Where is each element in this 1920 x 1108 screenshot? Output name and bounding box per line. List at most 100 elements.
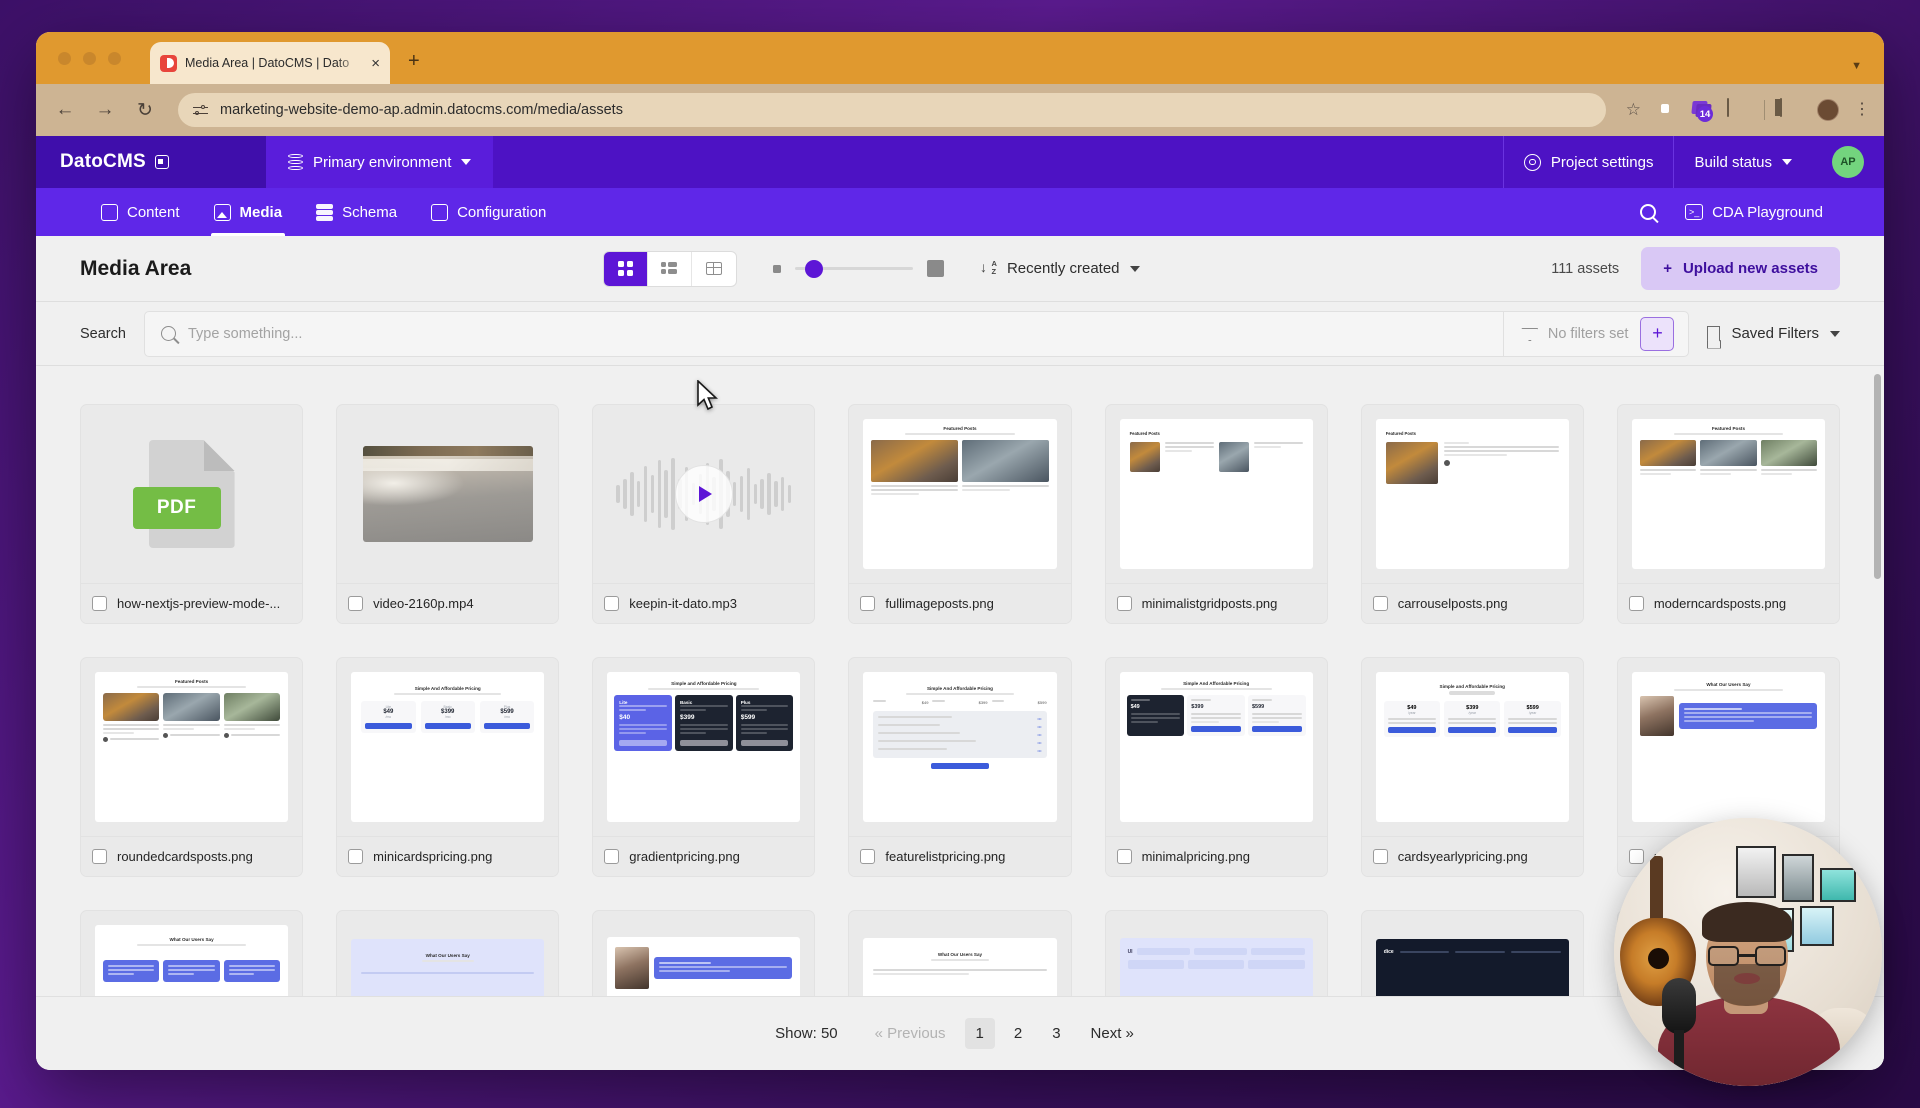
- environment-selector[interactable]: Primary environment: [266, 136, 494, 188]
- nav-item-content[interactable]: Content: [84, 188, 197, 236]
- saved-filters-dropdown[interactable]: Saved Filters: [1707, 325, 1840, 342]
- plus-icon: +: [1663, 260, 1672, 277]
- datocms-favicon-icon: [160, 54, 177, 72]
- asset-card[interactable]: Featured Posts minimalistgridposts.png: [1104, 404, 1328, 624]
- asset-card[interactable]: video-2160p.mp4: [336, 404, 560, 624]
- user-avatar[interactable]: AP: [1832, 146, 1864, 178]
- search-input[interactable]: [187, 325, 1487, 342]
- asset-footer: roundedcardsposts.png: [81, 836, 303, 876]
- forward-button[interactable]: →: [92, 99, 118, 121]
- asset-filename: minimalpricing.png: [1141, 849, 1250, 864]
- view-mode-grid[interactable]: [603, 251, 648, 286]
- sort-dropdown[interactable]: ↓ A Z Recently created: [980, 260, 1140, 277]
- search-field-wrapper[interactable]: [145, 312, 1503, 356]
- asset-checkbox[interactable]: [92, 596, 107, 611]
- website-screenshot: Featured Posts: [1631, 419, 1825, 569]
- asset-card[interactable]: PDF how-nextjs-preview-mode-...: [80, 404, 304, 624]
- asset-card[interactable]: Simple And Affordable Pricing $49 $399 $…: [848, 657, 1072, 877]
- asset-card[interactable]: Featured Posts fullimageposts.png: [848, 404, 1072, 624]
- nav-item-schema[interactable]: Schema: [299, 188, 414, 236]
- page-size-selector[interactable]: Show: 50: [775, 1025, 838, 1042]
- cda-playground-button[interactable]: >_ CDA Playground: [1668, 204, 1840, 221]
- maximize-window-dot[interactable]: [108, 52, 121, 65]
- next-page-button[interactable]: Next »: [1080, 1018, 1145, 1049]
- add-filter-button[interactable]: +: [1640, 316, 1675, 351]
- asset-card[interactable]: Featured Posts roundedcardsposts.png: [80, 657, 304, 877]
- browser-menu-icon[interactable]: ⋮: [1854, 102, 1870, 117]
- close-window-dot[interactable]: [58, 52, 71, 65]
- build-status-button[interactable]: Build status: [1673, 136, 1812, 188]
- asset-card[interactable]: Simple and Affordable Pricing Lite $40 Ba…: [592, 657, 816, 877]
- previous-page-button[interactable]: « Previous: [864, 1018, 957, 1049]
- view-mode-table[interactable]: [692, 252, 736, 286]
- asset-thumbnail: What Our Users Say: [81, 911, 302, 996]
- asset-card[interactable]: Simple And Affordable Pricing $49 $399 $…: [1104, 657, 1328, 877]
- browser-profile-avatar[interactable]: [1817, 99, 1839, 121]
- new-tab-button[interactable]: +: [408, 50, 420, 73]
- minimize-window-dot[interactable]: [83, 52, 96, 65]
- project-switcher-icon[interactable]: [154, 155, 169, 169]
- tab-search-chevron-down-icon[interactable]: ▼: [1851, 60, 1862, 72]
- project-settings-button[interactable]: Project settings: [1502, 136, 1674, 188]
- asset-footer: minimalistgridposts.png: [1105, 583, 1327, 623]
- back-button[interactable]: ←: [52, 99, 78, 121]
- asset-card[interactable]: [592, 910, 816, 996]
- asset-card[interactable]: Featured Posts carrouselposts.png: [1360, 404, 1584, 624]
- asset-checkbox[interactable]: [92, 849, 107, 864]
- bookmark-star-icon[interactable]: ☆: [1626, 100, 1641, 120]
- browser-tab[interactable]: Media Area | DatoCMS | Dato ×: [150, 42, 390, 84]
- nav-label: Content: [127, 203, 180, 221]
- asset-checkbox[interactable]: [604, 849, 620, 864]
- page-button-1[interactable]: 1: [964, 1018, 995, 1049]
- asset-card[interactable]: Featured Posts moderncardsposts.png: [1616, 404, 1840, 624]
- pdf-badge: PDF: [132, 487, 221, 529]
- thumbnail-size-slider[interactable]: [772, 259, 944, 278]
- asset-checkbox[interactable]: [1116, 849, 1132, 864]
- asset-checkbox[interactable]: [860, 849, 876, 864]
- site-settings-icon[interactable]: [192, 102, 209, 119]
- upload-new-assets-button[interactable]: + Upload new assets: [1641, 247, 1840, 290]
- window-traffic-lights[interactable]: [58, 52, 121, 65]
- scrollbar-thumb[interactable]: [1874, 374, 1881, 579]
- nav-item-configuration[interactable]: Configuration: [414, 188, 563, 236]
- reload-button[interactable]: ↻: [132, 99, 158, 122]
- play-button[interactable]: [674, 465, 733, 523]
- asset-filename: video-2160p.mp4: [373, 596, 474, 611]
- filter-funnel-icon: [1522, 328, 1536, 339]
- view-mode-masonry[interactable]: [648, 251, 692, 286]
- webcam-overlay: [1614, 818, 1882, 1086]
- size-slider-handle[interactable]: [804, 259, 823, 278]
- asset-checkbox[interactable]: [1116, 596, 1132, 611]
- asset-checkbox[interactable]: [348, 596, 364, 611]
- side-panel-icon[interactable]: [1780, 98, 1802, 121]
- asset-checkbox[interactable]: [604, 596, 620, 611]
- asset-card[interactable]: UI: [1104, 910, 1328, 996]
- page-button-3[interactable]: 3: [1041, 1018, 1071, 1049]
- search-icon[interactable]: [1640, 204, 1657, 220]
- nav-item-media[interactable]: Media: [197, 188, 300, 236]
- page-button-2[interactable]: 2: [1003, 1018, 1033, 1049]
- size-slider-track[interactable]: [794, 259, 913, 278]
- asset-card[interactable]: Simple and Affordable Pricing $49/year $…: [1360, 657, 1584, 877]
- address-bar[interactable]: marketing-website-demo-ap.admin.datocms.…: [178, 93, 1606, 127]
- asset-checkbox[interactable]: [1628, 596, 1644, 611]
- datocms-logo[interactable]: DatoCMS: [36, 136, 266, 188]
- asset-card[interactable]: What Our Users Say: [80, 910, 304, 996]
- extensions-puzzle-icon[interactable]: [1727, 98, 1749, 121]
- asset-card[interactable]: What Our Users Say: [336, 910, 560, 996]
- asset-checkbox[interactable]: [348, 849, 364, 864]
- asset-checkbox[interactable]: [1372, 596, 1388, 611]
- shot-title: Featured Posts: [1711, 426, 1745, 431]
- asset-checkbox[interactable]: [1372, 849, 1388, 864]
- asset-card[interactable]: dice: [1360, 910, 1584, 996]
- chevron-down-icon: [1782, 159, 1792, 165]
- asset-grid-scroll-area[interactable]: PDF how-nextjs-preview-mode-... video-21…: [36, 370, 1884, 996]
- password-manager-icon[interactable]: [1655, 99, 1677, 121]
- asset-card[interactable]: What Our Users Say: [848, 910, 1072, 996]
- asset-card[interactable]: Simple And Affordable Pricing Lite $49/mo…: [336, 657, 560, 877]
- close-icon[interactable]: ×: [371, 56, 380, 71]
- asset-checkbox[interactable]: [860, 596, 876, 611]
- extension-notifications-icon[interactable]: 14: [1691, 101, 1713, 122]
- asset-card[interactable]: keepin-it-dato.mp3: [592, 404, 816, 624]
